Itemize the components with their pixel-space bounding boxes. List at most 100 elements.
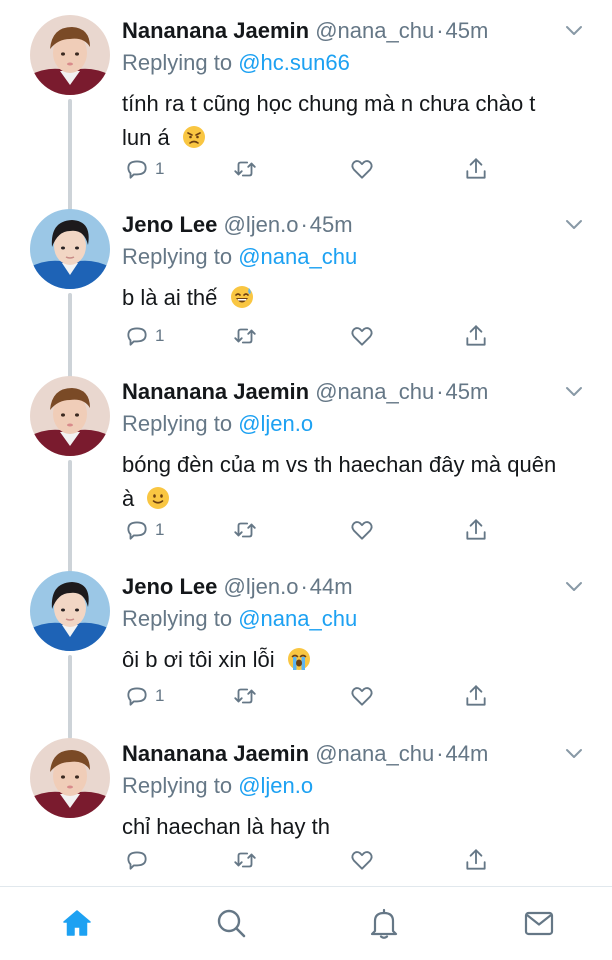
mention-link[interactable]: @ljen.o xyxy=(238,773,313,798)
tweet-actions: 1 xyxy=(122,515,502,545)
replying-to: Replying to @hc.sun66 xyxy=(122,47,350,79)
timestamp[interactable]: 45m xyxy=(446,18,489,43)
user-handle[interactable]: @nana_chu xyxy=(315,379,434,404)
share-button[interactable] xyxy=(463,321,489,351)
avatar-jaemin[interactable] xyxy=(30,738,110,818)
mention-link[interactable]: @hc.sun66 xyxy=(238,50,350,75)
loudly-crying-emoji xyxy=(287,648,310,670)
avatar-jeno[interactable] xyxy=(30,209,110,289)
tweet-body: ôi b ơi tôi xin lỗi xyxy=(122,647,275,672)
tweet-actions xyxy=(122,845,502,875)
thread-connector xyxy=(68,99,72,213)
share-button[interactable] xyxy=(463,681,489,711)
tab-home[interactable] xyxy=(57,903,97,943)
share-button[interactable] xyxy=(463,515,489,545)
like-button[interactable] xyxy=(349,515,375,545)
replying-to: Replying to @ljen.o xyxy=(122,770,313,802)
timestamp[interactable]: 45m xyxy=(310,212,353,237)
heart-icon xyxy=(351,687,373,706)
like-button[interactable] xyxy=(349,845,375,875)
mention-link[interactable]: @nana_chu xyxy=(238,244,357,269)
tab-notifications[interactable] xyxy=(364,903,404,943)
share-icon xyxy=(466,685,486,706)
tweet-header: Nananana Jaemin @nana_chu·45m xyxy=(122,15,488,47)
separator-dot: · xyxy=(436,741,444,766)
display-name[interactable]: Nananana Jaemin xyxy=(122,379,309,404)
retweet-button[interactable] xyxy=(232,515,258,545)
thread-connector xyxy=(68,460,72,573)
retweet-icon xyxy=(234,852,256,868)
reply-count: 1 xyxy=(155,520,165,539)
home-icon xyxy=(63,910,91,936)
separator-dot: · xyxy=(300,574,308,599)
avatar-jaemin[interactable] xyxy=(30,15,110,95)
display-name[interactable]: Nananana Jaemin xyxy=(122,18,309,43)
chevron-down-icon[interactable] xyxy=(562,744,586,764)
timestamp[interactable]: 45m xyxy=(446,379,489,404)
user-handle[interactable]: @nana_chu xyxy=(315,741,434,766)
replying-to: Replying to @nana_chu xyxy=(122,603,357,635)
retweet-icon xyxy=(234,328,256,344)
tweet-body: chỉ haechan là hay th xyxy=(122,814,330,839)
mention-link[interactable]: @ljen.o xyxy=(238,411,313,436)
tweet-header: Jeno Lee @ljen.o·44m xyxy=(122,571,353,603)
reply-count: 1 xyxy=(155,326,165,345)
bell-icon xyxy=(370,908,398,939)
reply-button[interactable]: 1 xyxy=(124,681,164,711)
tweet-actions: 1 xyxy=(122,681,502,711)
tab-search[interactable] xyxy=(211,903,251,943)
share-button[interactable] xyxy=(463,154,489,184)
heart-icon xyxy=(351,327,373,346)
reply-icon xyxy=(127,160,147,179)
heart-icon xyxy=(351,521,373,540)
chevron-down-icon[interactable] xyxy=(562,577,586,597)
share-icon xyxy=(466,519,486,540)
like-button[interactable] xyxy=(349,681,375,711)
reply-button[interactable]: 1 xyxy=(124,515,164,545)
timestamp[interactable]: 44m xyxy=(310,574,353,599)
replying-to-label: Replying to xyxy=(122,773,233,798)
share-icon xyxy=(466,158,486,179)
tweet-text: chỉ haechan là hay th xyxy=(122,810,562,844)
retweet-button[interactable] xyxy=(232,321,258,351)
reply-count: 1 xyxy=(155,686,165,705)
retweet-button[interactable] xyxy=(232,154,258,184)
mention-link[interactable]: @nana_chu xyxy=(238,606,357,631)
separator-dot: · xyxy=(436,379,444,404)
chevron-down-icon[interactable] xyxy=(562,21,586,41)
share-button[interactable] xyxy=(463,845,489,875)
like-button[interactable] xyxy=(349,154,375,184)
tweet-text: bóng đèn của m vs th haechan đây mà quên… xyxy=(122,448,562,516)
user-handle[interactable]: @ljen.o xyxy=(224,574,299,599)
retweet-icon xyxy=(234,688,256,704)
tweet-header: Jeno Lee @ljen.o·45m xyxy=(122,209,353,241)
reply-icon xyxy=(127,687,147,706)
heart-icon xyxy=(351,160,373,179)
thread-connector xyxy=(68,655,72,739)
tab-messages[interactable] xyxy=(519,903,559,943)
replying-to-label: Replying to xyxy=(122,244,233,269)
timestamp[interactable]: 44m xyxy=(446,741,489,766)
retweet-button[interactable] xyxy=(232,681,258,711)
chevron-down-icon[interactable] xyxy=(562,382,586,402)
avatar-jeno[interactable] xyxy=(30,571,110,651)
reply-icon xyxy=(127,521,147,540)
heart-icon xyxy=(351,851,373,870)
reply-button[interactable] xyxy=(124,845,155,875)
retweet-button[interactable] xyxy=(232,845,258,875)
tweet-text: ôi b ơi tôi xin lỗi xyxy=(122,643,562,677)
user-handle[interactable]: @nana_chu xyxy=(315,18,434,43)
angry-face-emoji xyxy=(182,126,205,148)
like-button[interactable] xyxy=(349,321,375,351)
replying-to: Replying to @nana_chu xyxy=(122,241,357,273)
reply-button[interactable]: 1 xyxy=(124,154,164,184)
reply-button[interactable]: 1 xyxy=(124,321,164,351)
display-name[interactable]: Jeno Lee xyxy=(122,212,217,237)
avatar-jaemin[interactable] xyxy=(30,376,110,456)
separator-dot: · xyxy=(436,18,444,43)
user-handle[interactable]: @ljen.o xyxy=(224,212,299,237)
chevron-down-icon[interactable] xyxy=(562,215,586,235)
tweet-body: bóng đèn của m vs th haechan đây mà quên… xyxy=(122,452,557,511)
display-name[interactable]: Nananana Jaemin xyxy=(122,741,309,766)
display-name[interactable]: Jeno Lee xyxy=(122,574,217,599)
